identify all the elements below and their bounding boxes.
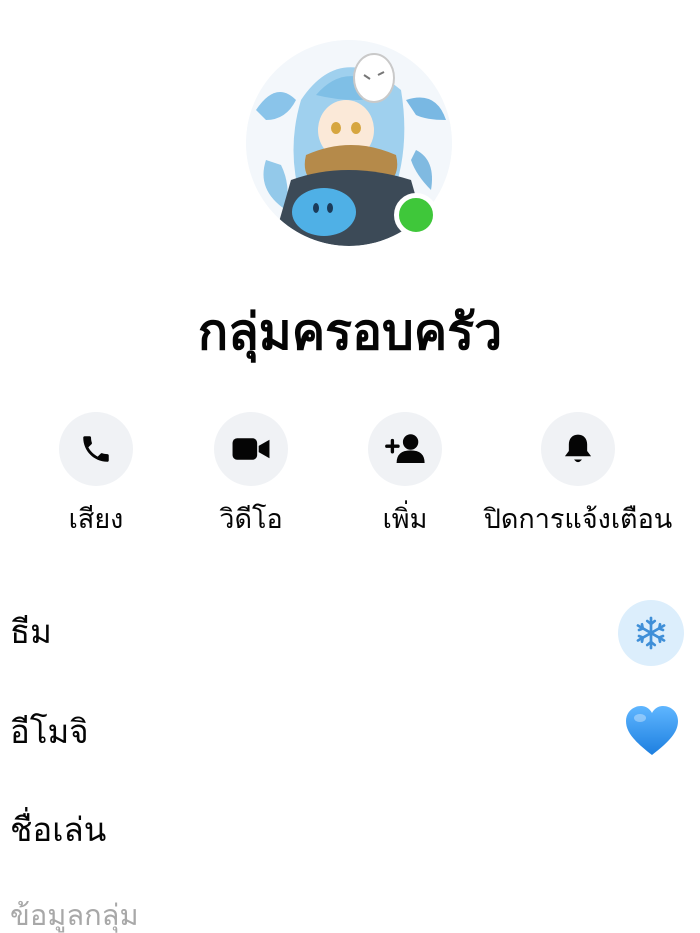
add-member-button[interactable] bbox=[368, 412, 442, 486]
mute-notifications-label: ปิดการแจ้งเตือน bbox=[483, 504, 673, 535]
group-info-section-header: ข้อมูลกลุ่ม bbox=[10, 898, 139, 932]
group-name-title: กลุ่มครอบครัว bbox=[197, 303, 503, 361]
theme-label: ธีม bbox=[10, 612, 52, 651]
online-status-indicator bbox=[394, 193, 438, 237]
emoji-label: อีโมจิ bbox=[10, 712, 89, 751]
nickname-row[interactable]: ชื่อเล่น bbox=[0, 790, 700, 870]
bell-icon bbox=[564, 434, 592, 463]
add-person-icon bbox=[385, 434, 425, 463]
theme-swatch[interactable] bbox=[618, 600, 684, 666]
group-avatar[interactable] bbox=[246, 40, 452, 246]
group-chat-settings-screen: กลุ่มครอบครัว เสียง วิดีโอ เพิ่ม ปิดการแ… bbox=[0, 0, 700, 933]
theme-row[interactable]: ธีม bbox=[0, 592, 700, 672]
mute-notifications-button[interactable] bbox=[541, 412, 615, 486]
video-call-button[interactable] bbox=[214, 412, 288, 486]
snowflake-icon bbox=[636, 616, 666, 650]
mute-notifications-action[interactable]: ปิดการแจ้งเตือน bbox=[468, 412, 688, 538]
video-camera-icon bbox=[232, 438, 270, 460]
quick-actions-bar: เสียง วิดีโอ เพิ่ม ปิดการแจ้งเตือน bbox=[0, 412, 700, 552]
audio-call-button[interactable] bbox=[59, 412, 133, 486]
emoji-row[interactable]: อีโมจิ bbox=[0, 692, 700, 772]
nickname-label: ชื่อเล่น bbox=[10, 810, 107, 849]
blue-heart-icon[interactable] bbox=[624, 705, 680, 757]
phone-icon bbox=[83, 436, 109, 462]
